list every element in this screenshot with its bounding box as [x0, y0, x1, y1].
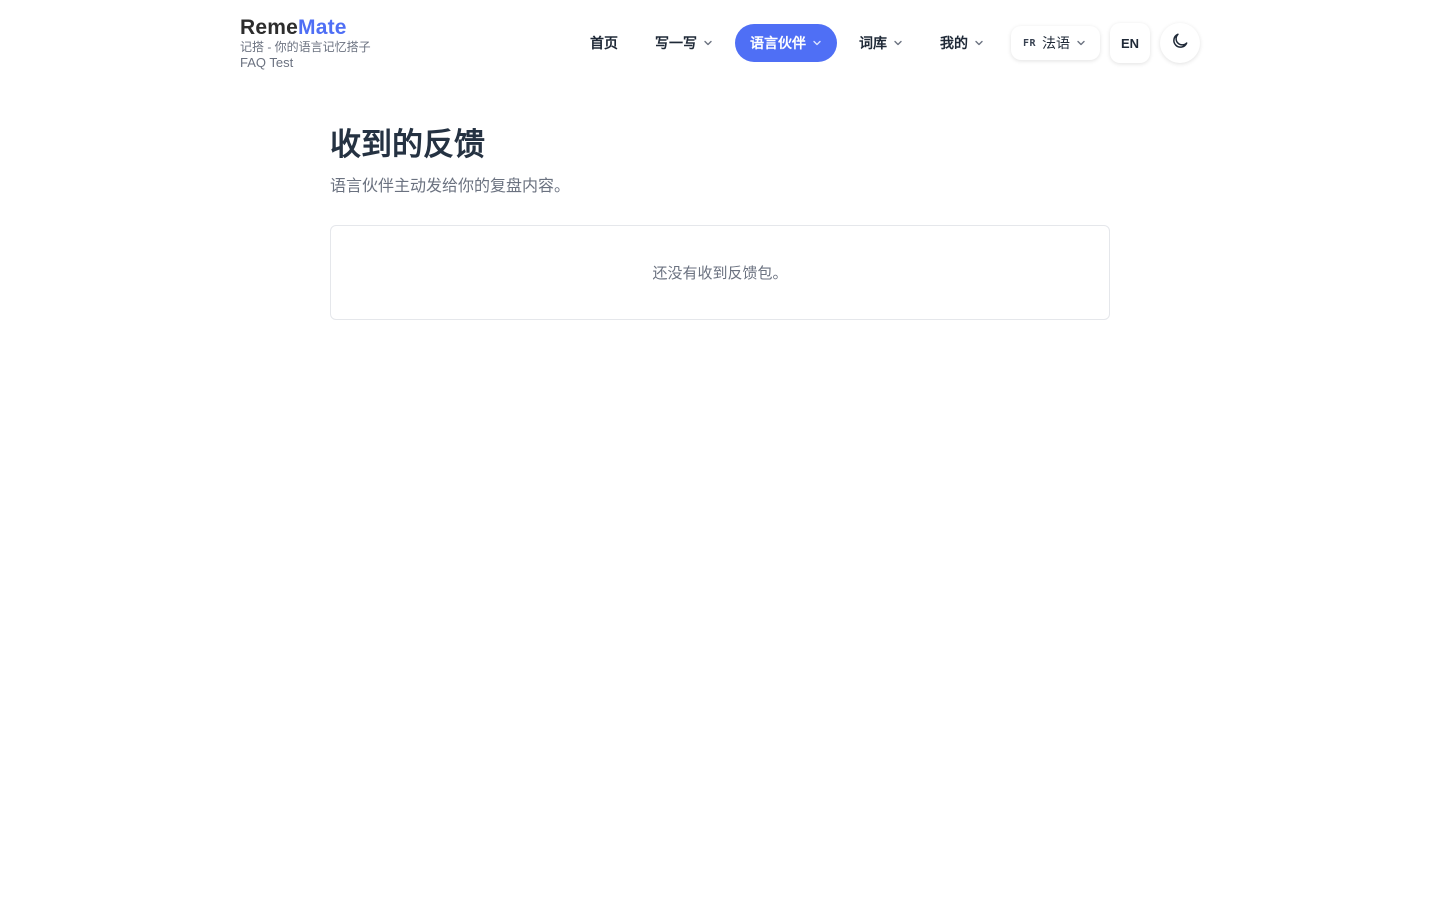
ui-language-button[interactable]: EN [1110, 23, 1150, 63]
language-code: FR [1022, 37, 1036, 49]
current-user-name: FAQ Test [240, 55, 294, 70]
page-title: 收到的反馈 [330, 127, 485, 162]
moon-icon [1170, 31, 1190, 56]
nav-item-write[interactable]: 写一写 [640, 24, 728, 62]
nav-item-language-partner[interactable]: 语言伙伴 [734, 24, 837, 62]
theme-toggle-button[interactable] [1160, 23, 1200, 63]
chevron-down-icon [812, 38, 822, 48]
chevron-down-icon [893, 38, 903, 48]
nav-item-label: 我的 [939, 35, 968, 51]
empty-state-message: 还没有收到反馈包。 [652, 265, 788, 282]
chevron-down-icon [703, 38, 713, 48]
brand-name-part2: Mate [298, 16, 347, 39]
nav-item-label: 语言伙伴 [749, 35, 806, 51]
learning-language-select[interactable]: FR 法语 [1010, 26, 1100, 60]
nav-item-mine[interactable]: 我的 [925, 24, 999, 62]
nav-item-home[interactable]: 首页 [575, 24, 633, 62]
nav-item-label: 首页 [589, 35, 618, 51]
chevron-down-icon [1076, 38, 1086, 48]
nav-item-vocabulary[interactable]: 词库 [844, 24, 918, 62]
nav-item-label: 词库 [858, 35, 887, 51]
brand-name-part1: Reme [240, 16, 298, 39]
brand-name: RemeMate [240, 16, 371, 40]
main-nav: 首页 写一写 语言伙伴 词库 我的 FR 法语 EN [568, 23, 1200, 63]
empty-state-card: 还没有收到反馈包。 [330, 225, 1110, 320]
brand[interactable]: RemeMate 记搭 - 你的语言记忆搭子 FAQ Test [240, 16, 371, 71]
language-label: 法语 [1042, 35, 1070, 51]
nav-item-label: 写一写 [654, 35, 697, 51]
chevron-down-icon [974, 38, 984, 48]
page-description: 语言伙伴主动发给你的复盘内容。 [330, 178, 571, 195]
top-header: RemeMate 记搭 - 你的语言记忆搭子 FAQ Test 首页 写一写 语… [240, 0, 1200, 86]
brand-tagline: 记搭 - 你的语言记忆搭子 [240, 40, 371, 54]
main-content: 收到的反馈 语言伙伴主动发给你的复盘内容。 还没有收到反馈包。 [330, 122, 1110, 320]
